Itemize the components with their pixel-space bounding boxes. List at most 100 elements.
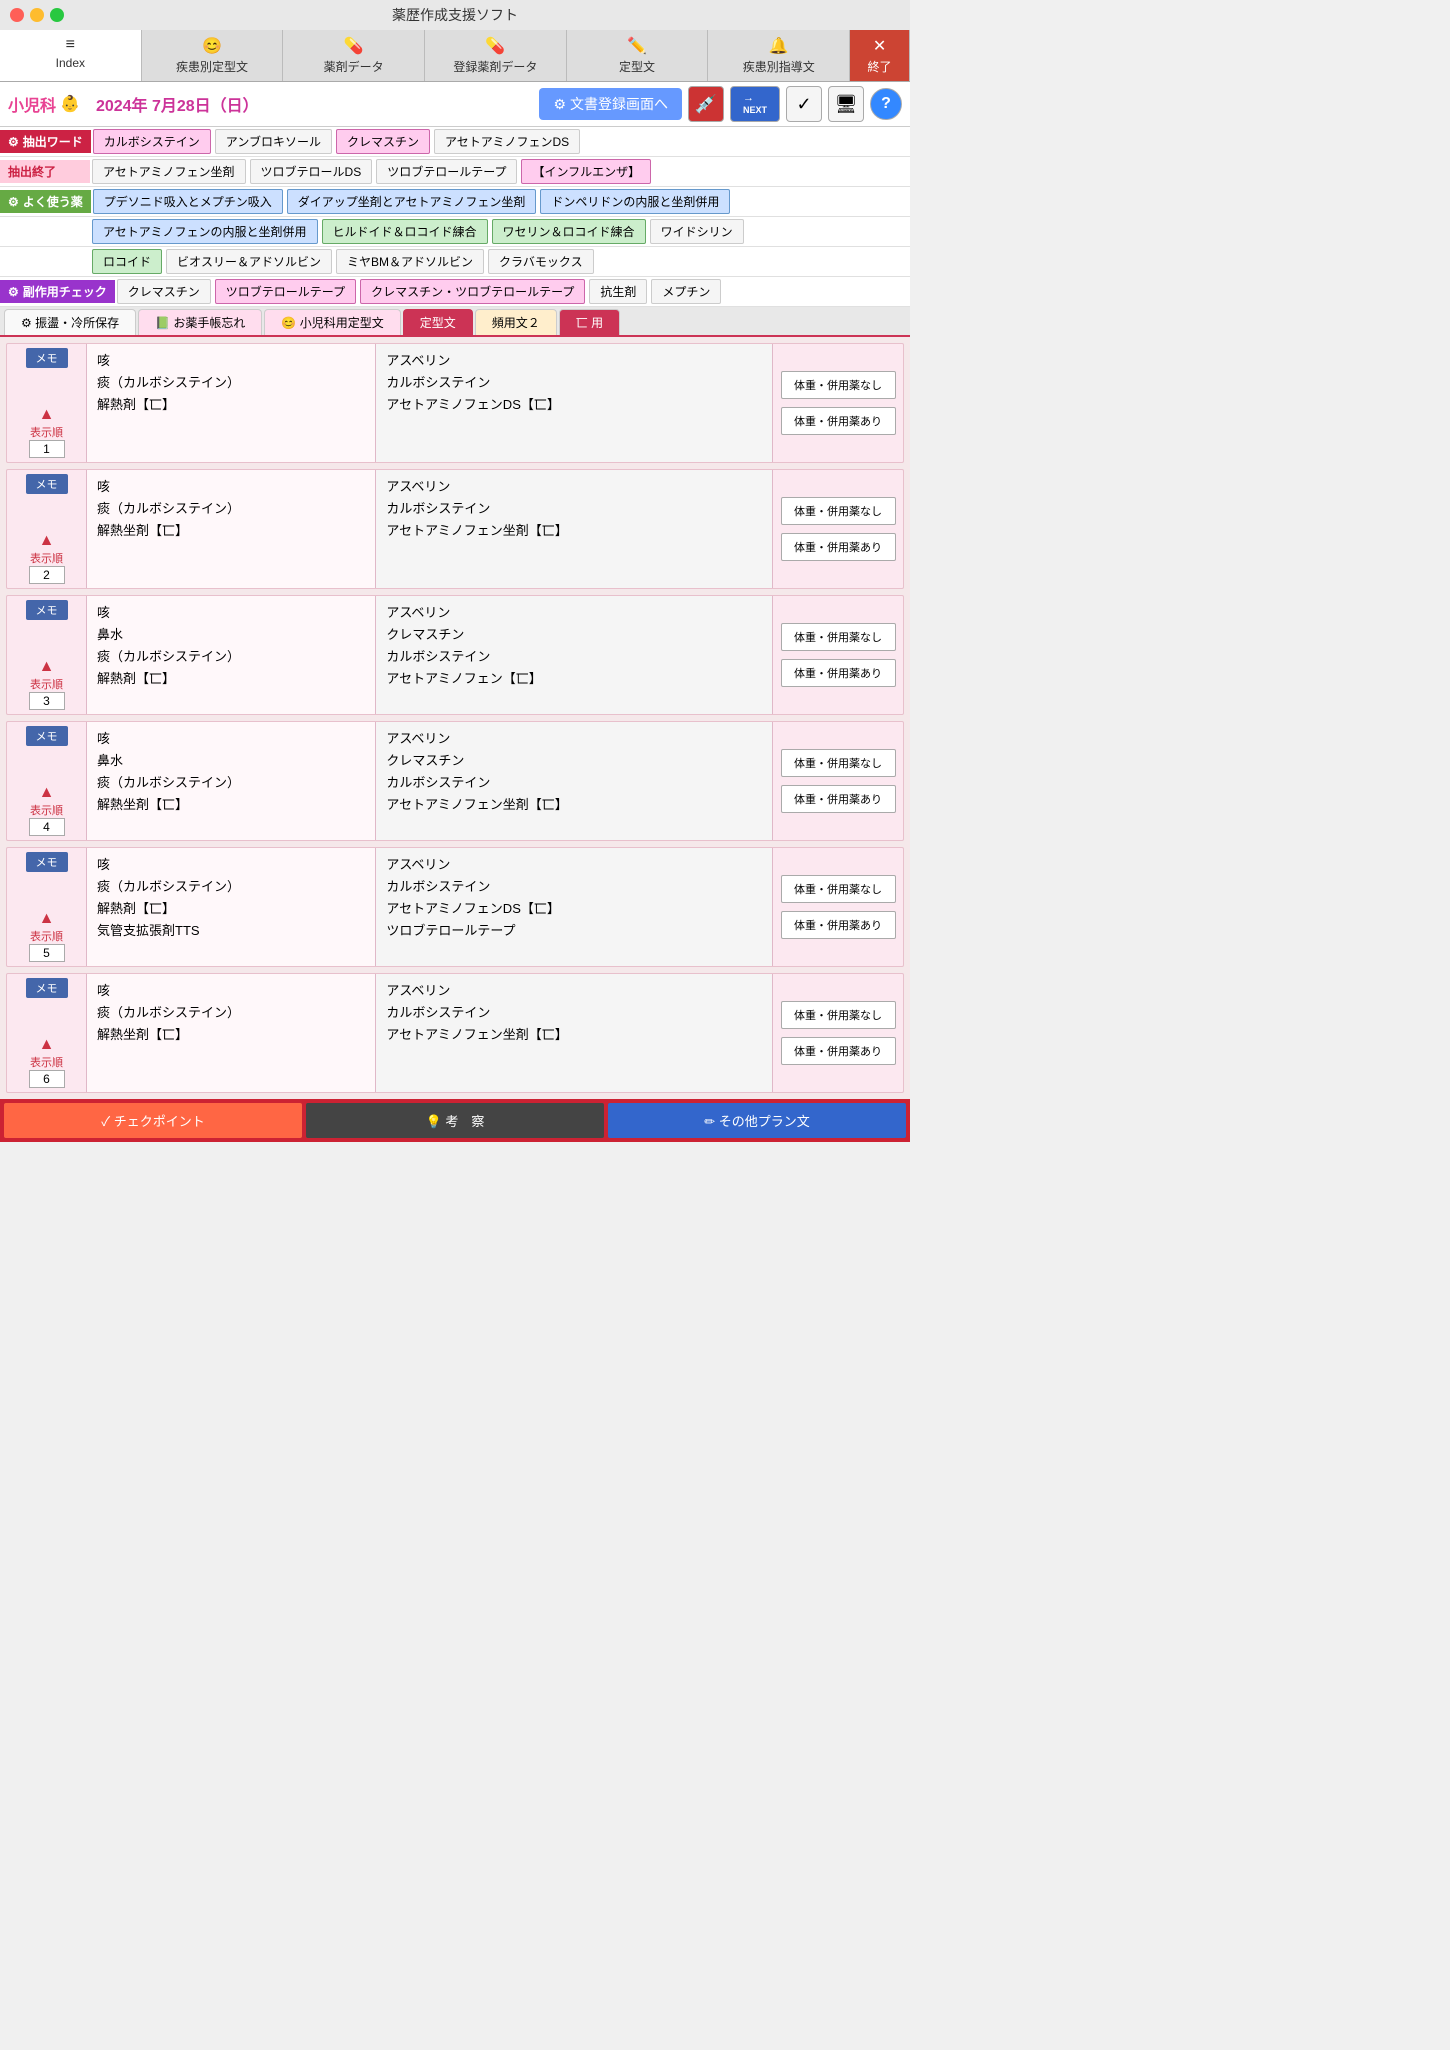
common-drug-row1: ⚙ よく使う薬 プデソニド吸入とメプチン吸入 ダイアップ坐剤とアセトアミノフェン… [0,187,910,217]
other-plan-button[interactable]: ✏ その他プラン文 [608,1103,906,1138]
page-tab-pediatric-fixed[interactable]: 😊 小児科用定型文 [264,309,400,335]
btn-no-concomitant-3[interactable]: 体重・併用薬なし [781,623,896,651]
tool-section: ⚙ 抽出ワード カルボシステイン アンブロキソール クレマスチン アセトアミノフ… [0,127,910,307]
checkpoint-button[interactable]: ✓ チェクポイント [4,1103,302,1138]
side-effect-btn-tulobuterol-tape[interactable]: ツロブテロールテープ [215,279,356,304]
common-btn-biosthree-adsorbin[interactable]: ビオスリー＆アドソルビン [166,249,332,274]
memo-button-6[interactable]: メモ [26,978,68,998]
page-tab-freq2[interactable]: 頻用文２ [475,309,557,335]
card-prescription-6: アスベリン カルボシステイン アセトアミノフェン坐剤【匸】 [376,974,773,1092]
gear-icon2: ⚙ [8,195,19,209]
extract-btn-carbocisteine[interactable]: カルボシステイン [93,129,211,154]
common-btn-acetaminophen-supp2[interactable]: アセトアミノフェンの内服と坐剤併用 [92,219,318,244]
side-effect-btn-clemastine[interactable]: クレマスチン [117,279,211,304]
syringe-icon-btn[interactable]: 💉 [688,86,724,122]
memo-button-5[interactable]: メモ [26,852,68,872]
common-btn-miyabm-adsorbin[interactable]: ミヤBM＆アドソルビン [336,249,484,274]
card-prescription-1: アスベリン カルボシステイン アセトアミノフェンDS【匸】 [376,344,773,462]
extract-end-btn-acetaminophen-supp[interactable]: アセトアミノフェン坐剤 [92,159,246,184]
side-effect-btn-antibiotic[interactable]: 抗生剤 [589,279,647,304]
card-symptoms-3: 咳 鼻水 痰（カルボシステイン） 解熱剤【匸】 [87,596,376,714]
consideration-button[interactable]: 💡 考 察 [306,1103,604,1138]
extract-btn-ambroxol[interactable]: アンブロキソール [215,129,332,154]
btn-with-concomitant-6[interactable]: 体重・併用薬あり [781,1037,896,1065]
tab-end[interactable]: ✕ 終了 [850,30,910,81]
page-tab-medicine-book[interactable]: 📗 お薬手帳忘れ [138,309,262,335]
order-label-5: 表示順 [30,928,63,944]
check-btn[interactable]: ✓ [786,86,822,122]
order-label-3: 表示順 [30,676,63,692]
btn-no-concomitant-6[interactable]: 体重・併用薬なし [781,1001,896,1029]
side-effect-btn-meptin[interactable]: メプチン [651,279,721,304]
tab-disease-guide-label: 疾患別指導文 [743,58,815,75]
page-tab-cold-storage[interactable]: ⚙ 振盪・冷所保存 [4,309,136,335]
tab-disease-fixed[interactable]: 😊 疾患別定型文 [142,30,284,81]
maximize-button[interactable] [50,8,64,22]
page-tab-fixed-text[interactable]: 定型文 [403,309,473,335]
order-icon-5: ▲ [39,910,55,928]
page-tab-usage[interactable]: 匸 用 [559,309,620,335]
drug-data-icon: 💊 [344,36,364,56]
common-btn-clavamox[interactable]: クラバモックス [488,249,594,274]
common-btn-diazepam-acetaminophen[interactable]: ダイアップ坐剤とアセトアミノフェン坐剤 [287,189,537,214]
memo-button-1[interactable]: メモ [26,348,68,368]
card-symptoms-5: 咳 痰（カルボシステイン） 解熱剤【匸】 気管支拡張剤TTS [87,848,376,966]
tab-disease-guide[interactable]: 🔔 疾患別指導文 [708,30,850,81]
card-row-5: メモ ▲ 表示順 5 咳 痰（カルボシステイン） 解熱剤【匸】 気管支拡張剤TT… [6,847,904,967]
common-btn-widecillin[interactable]: ワイドシリン [650,219,744,244]
extract-btn-acetaminophen-ds[interactable]: アセトアミノフェンDS [434,129,580,154]
extract-end-btn-tulobuterol-ds[interactable]: ツロブテロールDS [250,159,373,184]
monitor-btn[interactable]: 🖥 [828,86,864,122]
common-btn-domperidone[interactable]: ドンペリドンの内服と坐剤併用 [540,189,730,214]
btn-no-concomitant-5[interactable]: 体重・併用薬なし [781,875,896,903]
btn-with-concomitant-1[interactable]: 体重・併用薬あり [781,407,896,435]
extract-btn-clemastine[interactable]: クレマスチン [336,129,430,154]
close-button[interactable] [10,8,24,22]
card-right-2: 体重・併用薬なし 体重・併用薬あり [773,470,903,588]
tab-index[interactable]: ≡ Index [0,30,142,81]
page-tabs: ⚙ 振盪・冷所保存 📗 お薬手帳忘れ 😊 小児科用定型文 定型文 頻用文２ 匸 … [0,307,910,337]
memo-button-4[interactable]: メモ [26,726,68,746]
common-btn-vaseline-locoid[interactable]: ワセリン＆ロコイド練合 [492,219,646,244]
common-btn-locoid[interactable]: ロコイド [92,249,162,274]
common-btn-pulmicort-meptin[interactable]: プデソニド吸入とメプチン吸入 [93,189,283,214]
fixed-text-icon: ✏️ [627,36,647,56]
minimize-button[interactable] [30,8,44,22]
card-left-3: メモ ▲ 表示順 3 [7,596,87,714]
app-title: 薬歴作成支援ソフト [392,5,518,25]
card-right-1: 体重・併用薬なし 体重・併用薬あり [773,344,903,462]
tab-fixed-text[interactable]: ✏️ 定型文 [567,30,709,81]
tab-drug-data-label: 薬剤データ [324,58,384,75]
common-btn-hirudoid-locoid[interactable]: ヒルドイド＆ロコイド練合 [322,219,488,244]
doc-reg-button[interactable]: ⚙ 文書登録画面へ [539,88,682,120]
card-right-6: 体重・併用薬なし 体重・併用薬あり [773,974,903,1092]
tab-reg-drug-label: 登録薬剤データ [453,58,537,75]
index-icon: ≡ [66,36,75,54]
title-bar: 薬歴作成支援ソフト [0,0,910,30]
btn-no-concomitant-4[interactable]: 体重・併用薬なし [781,749,896,777]
side-effect-btn-combined[interactable]: クレマスチン・ツロブテロールテープ [360,279,585,304]
side-effect-row: ⚙ 副作用チェック クレマスチン ツロブテロールテープ クレマスチン・ツロブテロ… [0,277,910,307]
tab-drug-data[interactable]: 💊 薬剤データ [283,30,425,81]
btn-with-concomitant-5[interactable]: 体重・併用薬あり [781,911,896,939]
bottom-bar: ✓ チェクポイント 💡 考 察 ✏ その他プラン文 [0,1099,910,1142]
order-num-6: 6 [29,1070,65,1088]
btn-with-concomitant-3[interactable]: 体重・併用薬あり [781,659,896,687]
order-label-6: 表示順 [30,1054,63,1070]
btn-with-concomitant-2[interactable]: 体重・併用薬あり [781,533,896,561]
memo-button-3[interactable]: メモ [26,600,68,620]
card-row-3: メモ ▲ 表示順 3 咳 鼻水 痰（カルボシステイン） 解熱剤【匸】 アスベリン… [6,595,904,715]
btn-with-concomitant-4[interactable]: 体重・併用薬あり [781,785,896,813]
disease-fixed-icon: 😊 [202,36,222,56]
extract-end-btn-influenza[interactable]: 【インフルエンザ】 [521,159,651,184]
next-btn[interactable]: →NEXT [730,86,780,122]
btn-no-concomitant-1[interactable]: 体重・併用薬なし [781,371,896,399]
end-icon: ✕ [873,36,886,56]
help-btn[interactable]: ? [870,88,902,120]
memo-button-2[interactable]: メモ [26,474,68,494]
extract-end-btn-tulobuterol-tape[interactable]: ツロブテロールテープ [376,159,517,184]
extract-end-row: 抽出終了 アセトアミノフェン坐剤 ツロブテロールDS ツロブテロールテープ 【イ… [0,157,910,187]
tab-reg-drug[interactable]: 💊 登録薬剤データ [425,30,567,81]
btn-no-concomitant-2[interactable]: 体重・併用薬なし [781,497,896,525]
tab-fixed-text-label: 定型文 [619,58,655,75]
